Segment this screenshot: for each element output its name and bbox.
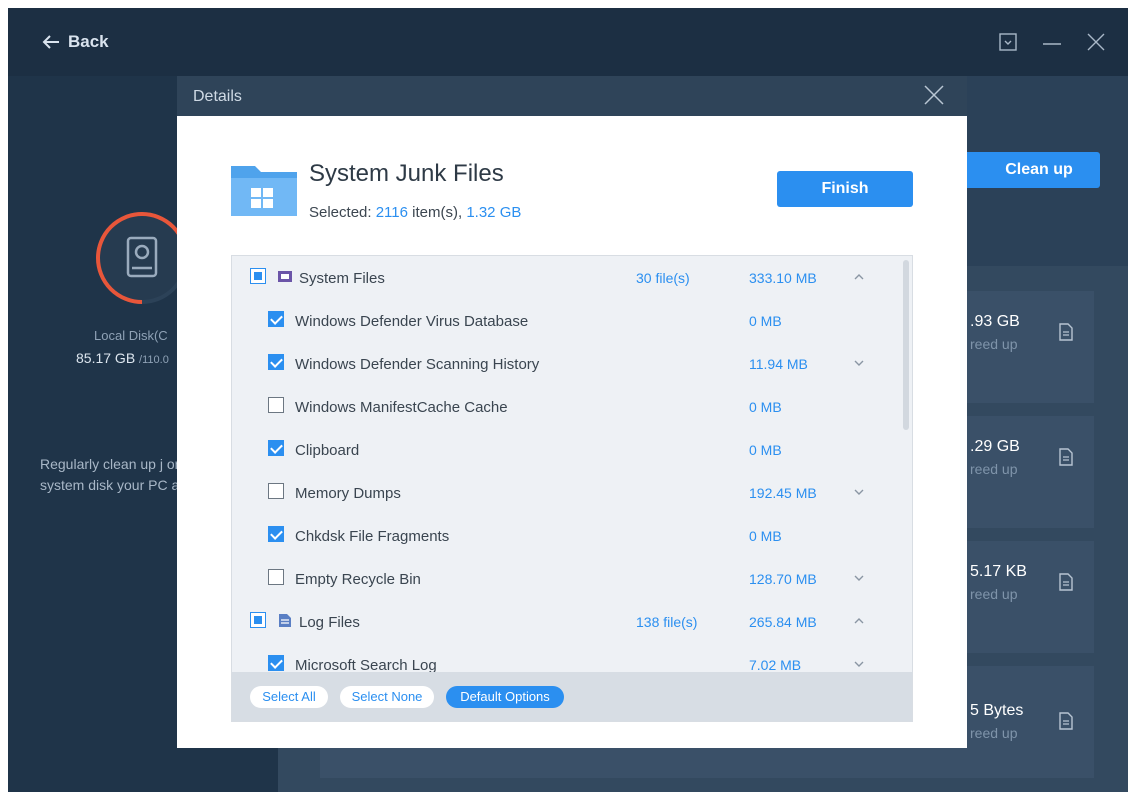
row-size: 192.45 MB [749,485,817,501]
menu-icon[interactable] [998,32,1018,52]
checkbox[interactable] [268,354,284,370]
file-count: 30 file(s) [636,270,690,286]
disk-label: Local Disk(C [94,328,168,343]
dialog-heading: System Junk Files [309,160,504,187]
row-size: 128.70 MB [749,571,817,587]
scrollbar[interactable] [903,260,909,430]
selected-mid: item(s), [407,204,467,221]
finish-button[interactable]: Finish [777,171,913,207]
row-label: Windows Defender Scanning History [295,356,540,373]
group-row[interactable]: System Files 30 file(s) 333.10 MB [232,256,900,299]
checkbox[interactable] [268,526,284,542]
back-label: Back [68,32,109,51]
disk-used: 85.17 GB [76,350,136,366]
row-size: 0 MB [749,528,782,544]
result-subtext: reed up [970,336,1018,352]
document-icon[interactable] [1058,323,1074,341]
folder-windows-icon [231,166,297,216]
selected-prefix: Selected: [309,204,376,221]
row-label: Memory Dumps [295,485,401,502]
log-files-icon [279,614,291,627]
titlebar: Back [8,8,1128,76]
select-all-button[interactable]: Select All [250,686,328,708]
row-label: Clipboard [295,442,360,459]
row-label: Windows ManifestCache Cache [295,399,508,416]
junk-file-list: System Files 30 file(s) 333.10 MB Windows D… [231,255,913,722]
document-icon[interactable] [1058,448,1074,466]
chevron-down-icon[interactable] [852,571,866,585]
result-subtext: reed up [970,586,1018,602]
list-item[interactable]: Windows ManifestCache Cache 0 MB [232,385,900,428]
list-item[interactable]: Clipboard 0 MB [232,428,900,471]
back-button[interactable]: Back [42,32,109,52]
row-label: Empty Recycle Bin [295,571,421,588]
selected-size: 1.32 GB [466,204,522,221]
result-value: 5.17 KB [970,563,1027,580]
row-label: Windows Defender Virus Database [295,313,529,330]
system-files-icon [278,271,292,282]
row-size: 0 MB [749,313,782,329]
list-scroll-area[interactable]: System Files 30 file(s) 333.10 MB Windows D… [232,256,900,672]
document-icon[interactable] [1058,712,1074,730]
selected-count: 2116 [375,204,408,221]
dialog-header: Details [177,76,967,116]
close-icon[interactable] [1086,32,1106,52]
result-value: .29 GB [970,438,1020,455]
chevron-down-icon[interactable] [852,356,866,370]
row-size: 333.10 MB [749,270,817,286]
row-size: 0 MB [749,399,782,415]
list-item[interactable]: Windows Defender Virus Database 0 MB [232,299,900,342]
list-item[interactable]: Empty Recycle Bin 128.70 MB [232,557,900,600]
clean-up-button[interactable]: Clean up [958,152,1100,188]
checkbox[interactable] [250,612,266,628]
checkbox[interactable] [268,569,284,585]
result-value: 5 Bytes [970,702,1024,719]
result-subtext: reed up [970,461,1018,477]
list-item[interactable]: Windows Defender Scanning History 11.94 M… [232,342,900,385]
checkbox[interactable] [268,655,284,671]
group-row[interactable]: Log Files 138 file(s) 265.84 MB [232,600,900,643]
details-dialog: System Junk Files Selected: 2116 item(s)… [177,116,967,748]
checkbox[interactable] [268,440,284,456]
dialog-title: Details [193,88,242,105]
row-label: Log Files [299,614,360,631]
list-item[interactable]: Memory Dumps 192.45 MB [232,471,900,514]
checkbox[interactable] [268,483,284,499]
row-size: 11.94 MB [749,356,808,372]
row-label: Chkdsk File Fragments [295,528,450,545]
result-value: .93 GB [970,313,1020,330]
checkbox[interactable] [268,397,284,413]
select-none-button[interactable]: Select None [340,686,434,708]
arrow-left-icon [42,35,59,49]
default-options-button[interactable]: Default Options [446,686,564,708]
disk-size: 85.17 GB /110.0 [76,350,169,366]
selected-summary: Selected: 2116 item(s), 1.32 GB [309,204,521,221]
checkbox[interactable] [268,311,284,327]
list-footer: Select All Select None Default Options [232,672,912,721]
minimize-icon[interactable] [1042,32,1062,52]
chevron-up-icon[interactable] [852,270,866,284]
row-label: System Files [299,270,385,287]
list-item[interactable]: Microsoft Search Log 7.02 MB [232,643,900,672]
app-window: .93 GB reed up .29 GB reed up 5.17 KB re… [8,8,1128,792]
row-label: Microsoft Search Log [295,657,437,672]
chevron-up-icon[interactable] [852,614,866,628]
checkbox[interactable] [250,268,266,284]
dialog-close-icon[interactable] [923,84,945,106]
result-subtext: reed up [970,725,1018,741]
list-item[interactable]: Chkdsk File Fragments 0 MB [232,514,900,557]
chevron-down-icon[interactable] [852,657,866,671]
document-icon[interactable] [1058,573,1074,591]
chevron-down-icon[interactable] [852,485,866,499]
row-size: 0 MB [749,442,782,458]
file-count: 138 file(s) [636,614,698,630]
row-size: 7.02 MB [749,657,802,672]
row-size: 265.84 MB [749,614,817,630]
disk-total: /110.0 [139,354,169,366]
